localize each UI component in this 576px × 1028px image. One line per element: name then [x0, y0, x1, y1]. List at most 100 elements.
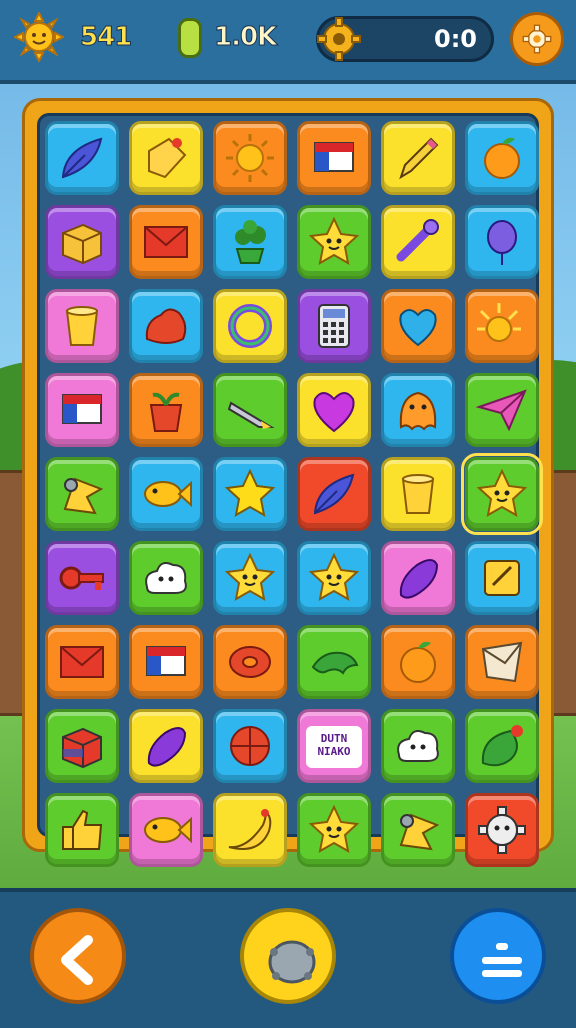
heart-shield-icon	[399, 309, 437, 347]
board-tile[interactable]	[381, 373, 455, 447]
top-hud: 541 1.0K 0:0	[0, 0, 576, 84]
board-tile[interactable]	[129, 205, 203, 279]
board-tile[interactable]	[45, 121, 119, 195]
cup-icon	[401, 474, 435, 514]
board-tile[interactable]	[465, 541, 539, 615]
board-tile[interactable]	[45, 373, 119, 447]
board-tile[interactable]	[381, 541, 455, 615]
board-tile[interactable]	[297, 625, 371, 699]
ball-icon	[230, 726, 270, 766]
board-tile[interactable]	[465, 121, 539, 195]
text-sign-icon: DUTN NIAKO	[306, 726, 362, 768]
tile-grid: DUTN NIAKO	[37, 113, 543, 867]
board-tile[interactable]	[297, 289, 371, 363]
board-tile[interactable]	[297, 205, 371, 279]
board-tile[interactable]	[381, 205, 455, 279]
bean-icon	[147, 727, 187, 767]
board-tile[interactable]	[129, 625, 203, 699]
board-tile[interactable]	[45, 289, 119, 363]
board-tile[interactable]	[45, 625, 119, 699]
board-tile[interactable]	[381, 625, 455, 699]
board-tile[interactable]	[465, 793, 539, 867]
board-tile[interactable]	[461, 453, 543, 535]
board-tile[interactable]	[129, 121, 203, 195]
shuffle-button[interactable]	[450, 908, 546, 1004]
board-tile[interactable]	[381, 289, 455, 363]
boulder-button[interactable]	[240, 908, 336, 1004]
board-tile[interactable]	[465, 625, 539, 699]
balloon-icon	[487, 220, 517, 265]
board-tile[interactable]	[297, 793, 371, 867]
board-tile[interactable]	[213, 121, 287, 195]
board-tile[interactable]: DUTN NIAKO	[297, 709, 371, 783]
divide-icon	[482, 943, 522, 977]
fruit-icon	[484, 137, 520, 179]
star-creature-icon	[308, 552, 360, 601]
board-tile[interactable]	[129, 373, 203, 447]
cloud-creature-icon	[397, 730, 439, 762]
board-tile[interactable]	[129, 793, 203, 867]
back-button[interactable]	[30, 908, 126, 1004]
envelope-icon	[144, 226, 188, 258]
tile-label: DUTN NIAKO	[317, 732, 351, 758]
sun-icon	[226, 134, 274, 182]
settings-button[interactable]	[510, 12, 564, 66]
board-tile[interactable]	[45, 793, 119, 867]
board-tile[interactable]	[45, 709, 119, 783]
calculator-icon	[318, 304, 350, 348]
board-tile[interactable]	[297, 121, 371, 195]
board-tile[interactable]	[213, 793, 287, 867]
fish-icon	[144, 816, 192, 844]
board-tile[interactable]	[213, 541, 287, 615]
board-tile[interactable]	[213, 205, 287, 279]
board-tile[interactable]	[129, 541, 203, 615]
flag-icon	[146, 646, 186, 676]
board-tile[interactable]	[465, 205, 539, 279]
board-tile[interactable]	[45, 457, 119, 531]
board-tile[interactable]	[381, 457, 455, 531]
board-tile[interactable]	[129, 709, 203, 783]
board-tile[interactable]	[381, 793, 455, 867]
star-creature-icon	[224, 552, 276, 601]
bird-icon	[63, 477, 104, 515]
board-tile[interactable]	[465, 373, 539, 447]
tag-icon	[148, 137, 187, 179]
board-tile[interactable]	[465, 289, 539, 363]
board-tile[interactable]	[297, 373, 371, 447]
board-tile[interactable]	[297, 541, 371, 615]
note-icon	[484, 560, 520, 596]
board-tile[interactable]	[213, 373, 287, 447]
star-creature-icon	[476, 468, 528, 517]
board-tile[interactable]	[297, 457, 371, 531]
board-tile[interactable]	[45, 205, 119, 279]
leaf-icon	[481, 725, 523, 767]
board-tile[interactable]	[381, 709, 455, 783]
gear-creature-icon	[478, 806, 526, 854]
flowerpot-icon	[149, 392, 183, 432]
blob-icon	[145, 308, 187, 344]
board-tile[interactable]	[129, 457, 203, 531]
board-tile[interactable]	[381, 121, 455, 195]
board-tile[interactable]	[129, 289, 203, 363]
board-tile[interactable]	[213, 457, 287, 531]
wrench-icon	[396, 219, 439, 262]
board-tile[interactable]	[465, 709, 539, 783]
cup-icon	[65, 306, 99, 346]
feather-icon	[313, 473, 355, 515]
board-tile[interactable]	[213, 709, 287, 783]
board-tile[interactable]	[213, 625, 287, 699]
level-progress-bar: 0:0	[316, 16, 494, 62]
pencil-icon	[399, 137, 439, 180]
flag-icon	[62, 394, 102, 424]
star-icon	[224, 468, 276, 517]
coin-count: 1.0K	[213, 22, 277, 53]
key-icon	[59, 566, 104, 590]
thumbs-up-icon	[62, 809, 103, 850]
puzzle-board: DUTN NIAKO	[22, 98, 554, 867]
feather-icon	[61, 137, 103, 179]
board-tile[interactable]	[45, 541, 119, 615]
paper-icon	[481, 641, 523, 683]
boulder-icon	[268, 940, 316, 984]
board-tile[interactable]	[213, 289, 287, 363]
heart-icon	[313, 392, 355, 433]
